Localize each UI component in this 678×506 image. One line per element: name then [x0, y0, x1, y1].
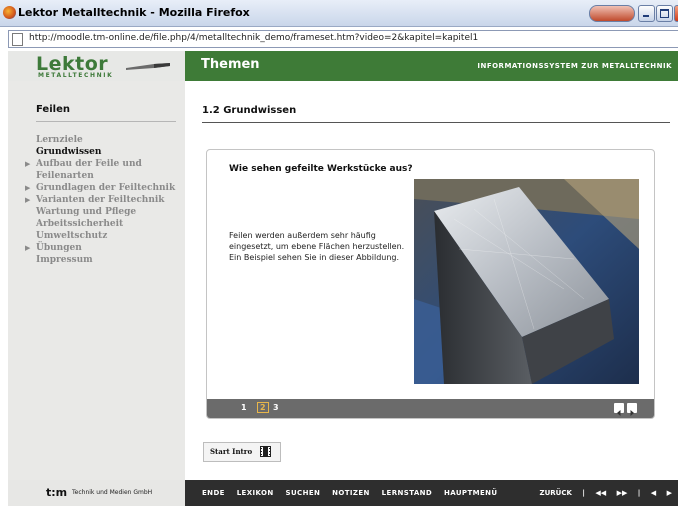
page-button-2[interactable]: 2	[257, 402, 269, 413]
separator-icon: |	[637, 489, 641, 497]
arrow-right-icon	[630, 410, 634, 416]
close-button[interactable]	[674, 5, 678, 22]
maximize-button[interactable]	[656, 5, 673, 22]
title-divider	[202, 122, 670, 123]
logo-area: Lektor METALLTECHNIK	[8, 51, 185, 81]
main-content: 1.2 Grundwissen Wie sehen gefeilte Werks…	[185, 81, 678, 480]
address-bar[interactable]: http://moodle.tm-online.de/file.php/4/me…	[8, 30, 678, 48]
workpiece-photo	[414, 179, 639, 384]
page-icon	[12, 33, 23, 46]
sidebar-item-impressum[interactable]: Impressum	[36, 254, 181, 266]
firefox-icon	[3, 6, 16, 19]
window-title: Lektor Metalltechnik - Mozilla Firefox	[18, 6, 250, 19]
sidebar-divider	[36, 121, 176, 122]
expand-triangle-icon: ▶	[25, 183, 31, 192]
prev-page-button[interactable]	[614, 403, 624, 416]
info-system-label: INFORMATIONSSYSTEM ZUR METALLTECHNIK	[477, 62, 672, 70]
expand-triangle-icon: ▶	[25, 195, 31, 204]
minimize-button[interactable]	[638, 5, 655, 22]
sidebar-title: Feilen	[36, 104, 70, 115]
footer-link-lernstand[interactable]: LERNSTAND	[382, 489, 432, 497]
card-question: Wie sehen gefeilte Werkstücke aus?	[229, 164, 413, 174]
footer-link-zurueck[interactable]: ZURÜCK	[540, 489, 572, 497]
start-intro-button[interactable]: Start Intro	[203, 442, 281, 462]
content-card: Wie sehen gefeilte Werkstücke aus? Feile…	[206, 149, 655, 419]
rewind-icon[interactable]: ◀◀	[595, 489, 606, 497]
file-tool-icon	[126, 63, 170, 70]
sidebar-item-lernziele[interactable]: Lernziele	[36, 134, 181, 146]
film-icon	[260, 446, 271, 457]
sidebar-item-umweltschutz[interactable]: Umweltschutz	[36, 230, 181, 242]
card-body-text: Feilen werden außerdem sehr häufig einge…	[229, 231, 405, 262]
sidebar-item-aufbau[interactable]: ▶ Aufbau der Feile und Feilenarten	[25, 158, 181, 182]
footer-brand-logo: t:m	[46, 486, 68, 499]
footer-link-notizen[interactable]: NOTIZEN	[332, 489, 370, 497]
footer-link-suchen[interactable]: SUCHEN	[286, 489, 321, 497]
start-intro-label: Start Intro	[210, 447, 253, 456]
footer-brand-area: t:m Technik und Medien GmbH	[8, 480, 185, 506]
page-button-3[interactable]: 3	[273, 403, 279, 412]
arrow-left-icon	[617, 410, 621, 416]
next-page-button[interactable]	[627, 403, 637, 416]
sidebar-item-arbeitssicherheit[interactable]: Arbeitssicherheit	[36, 218, 181, 230]
footer-link-lexikon[interactable]: LEXIKON	[237, 489, 274, 497]
separator-icon: |	[582, 489, 585, 497]
window-options-pill-icon[interactable]	[589, 5, 635, 22]
card-pager: 1 2 3	[207, 399, 654, 418]
page-button-1[interactable]: 1	[241, 403, 247, 412]
sidebar: Feilen Lernziele Grundwissen ▶ Aufbau der…	[8, 81, 185, 480]
sidebar-item-wartung[interactable]: Wartung und Pflege	[36, 206, 181, 218]
footer-links: ENDE LEXIKON SUCHEN NOTIZEN LERNSTAND HA…	[202, 489, 507, 497]
page-title: 1.2 Grundwissen	[202, 105, 297, 116]
footer-link-ende[interactable]: ENDE	[202, 489, 225, 497]
sidebar-item-grundlagen[interactable]: ▶ Grundlagen der Feiltechnik	[25, 182, 181, 194]
sidebar-item-uebungen[interactable]: ▶ Übungen	[25, 242, 181, 254]
next-icon[interactable]: ▶	[667, 489, 672, 497]
expand-triangle-icon: ▶	[25, 159, 31, 168]
footer-nav-bar: ENDE LEXIKON SUCHEN NOTIZEN LERNSTAND HA…	[185, 480, 678, 506]
footer-navigation: ZURÜCK | ◀◀ ▶▶ | ◀ ▶	[532, 489, 673, 497]
logo-subtext: METALLTECHNIK	[38, 72, 114, 79]
sidebar-nav: Lernziele Grundwissen ▶ Aufbau der Feile …	[25, 134, 181, 266]
fast-forward-icon[interactable]: ▶▶	[617, 489, 628, 497]
footer-brand-text: Technik und Medien GmbH	[72, 489, 153, 496]
section-title: Themen	[201, 57, 260, 72]
window-titlebar: Lektor Metalltechnik - Mozilla Firefox	[0, 0, 678, 27]
header-bar: Themen INFORMATIONSSYSTEM ZUR METALLTECH…	[185, 51, 678, 81]
sidebar-item-grundwissen[interactable]: Grundwissen	[36, 146, 181, 158]
prev-icon[interactable]: ◀	[651, 489, 656, 497]
footer-link-hauptmenue[interactable]: HAUPTMENÜ	[444, 489, 498, 497]
sidebar-item-varianten[interactable]: ▶ Varianten der Feiltechnik	[25, 194, 181, 206]
url-text[interactable]: http://moodle.tm-online.de/file.php/4/me…	[29, 33, 478, 43]
expand-triangle-icon: ▶	[25, 243, 31, 252]
